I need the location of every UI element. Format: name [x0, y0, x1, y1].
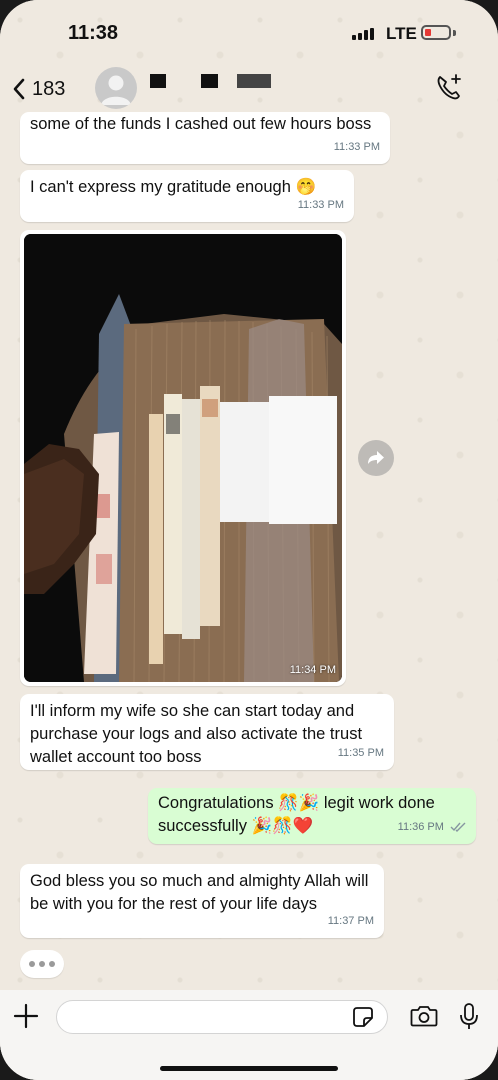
cash-stack-image	[24, 234, 342, 682]
battery-tip	[453, 30, 456, 36]
typing-indicator	[20, 950, 64, 978]
message-time: 11:37 PM	[327, 915, 374, 927]
status-time: 11:38	[68, 22, 119, 44]
forward-icon	[368, 451, 384, 464]
back-button[interactable]: 183	[12, 72, 65, 106]
phone-screen: 11:38 LTE 183 some of the funds I cashed…	[0, 0, 498, 1080]
redacted-name-block	[150, 74, 166, 88]
network-type: LTE	[386, 24, 417, 43]
signal-icon	[352, 28, 374, 40]
home-indicator	[160, 1066, 338, 1071]
avatar[interactable]	[95, 67, 137, 109]
message-text: I'll inform my wife so she can start tod…	[30, 702, 363, 766]
plus-icon[interactable]	[12, 1002, 40, 1030]
battery-icon	[421, 25, 451, 40]
message-input[interactable]	[56, 1000, 388, 1034]
person-icon	[101, 75, 131, 105]
message-text: some of the funds I cashed out few hours…	[30, 115, 372, 133]
redacted-name-block	[237, 74, 271, 88]
message-time-label: 11:36 PM	[397, 821, 444, 833]
message-time: 11:36 PM	[398, 816, 466, 839]
message-text: God bless you so much and almighty Allah…	[30, 872, 369, 913]
message-bubble-outgoing[interactable]: Congratulations 🎊🎉 legit work done succe…	[148, 788, 476, 844]
message-bubble-incoming[interactable]: God bless you so much and almighty Allah…	[20, 864, 384, 938]
message-bubble-incoming[interactable]: I'll inform my wife so she can start tod…	[20, 694, 394, 770]
chat-header: 183	[0, 64, 498, 116]
typing-dot	[29, 961, 35, 967]
microphone-icon[interactable]	[458, 1002, 480, 1032]
sticker-icon[interactable]	[352, 1006, 374, 1028]
chevron-left-icon	[13, 78, 25, 100]
typing-dot	[39, 961, 45, 967]
camera-icon[interactable]	[410, 1004, 438, 1028]
forward-button[interactable]	[358, 440, 394, 476]
add-call-icon[interactable]	[434, 72, 464, 102]
message-time: 11:35 PM	[337, 747, 384, 759]
typing-dot	[49, 961, 55, 967]
cash-photo[interactable]	[24, 234, 342, 682]
message-time: 11:33 PM	[333, 141, 380, 153]
redacted-name-block	[201, 74, 218, 88]
message-time: 11:33 PM	[297, 199, 344, 211]
unread-count: 183	[32, 77, 66, 100]
read-ticks-icon	[450, 822, 466, 833]
photo-message[interactable]: 11:34 PM	[20, 230, 346, 686]
message-bubble-incoming[interactable]: I can't express my gratitude enough 🤭 11…	[20, 170, 354, 222]
message-bubble-incoming[interactable]: some of the funds I cashed out few hours…	[20, 112, 390, 164]
status-bar: 11:38 LTE	[0, 0, 498, 64]
message-time: 11:34 PM	[289, 664, 336, 676]
